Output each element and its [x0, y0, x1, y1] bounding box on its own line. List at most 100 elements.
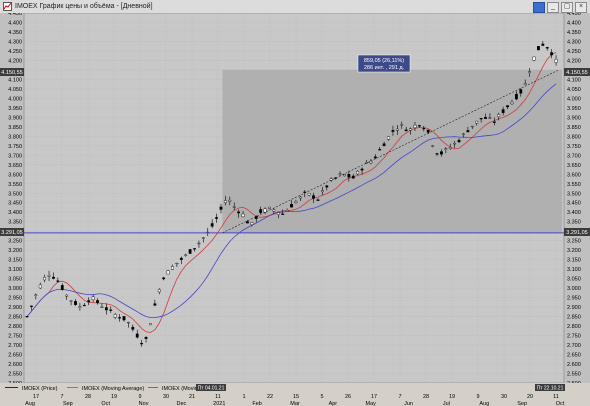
hline-price-label-left: 3.291,05 [0, 228, 24, 236]
candle-body [281, 213, 285, 215]
y-tick-label-left: 3.900 [8, 115, 22, 121]
y-tick-label-left: 3.200 [8, 248, 22, 254]
y-tick-label-right: 3.900 [567, 115, 581, 121]
y-tick-label-right: 4.450 [567, 13, 581, 17]
candle-body [272, 209, 276, 212]
y-tick-label-right: 3.750 [567, 144, 581, 150]
candle-body [431, 145, 435, 147]
candle-body [444, 148, 448, 150]
candle-body [395, 128, 399, 131]
candle-body [127, 322, 130, 324]
candle-body [276, 212, 280, 215]
y-tick-label-right: 4.200 [567, 58, 581, 64]
x-month-label: Aug [25, 401, 35, 406]
y-tick-label-left: 3.400 [8, 210, 22, 216]
close-button[interactable]: × [575, 2, 587, 13]
maximize-button[interactable]: ▢ [561, 2, 573, 13]
candle-body [113, 314, 117, 318]
x-day-tick: 22 [267, 394, 273, 400]
x-month-label: Sep [63, 401, 73, 406]
candle-body [545, 47, 549, 49]
candle-body [325, 185, 329, 188]
y-tick-label-right: 3.700 [567, 153, 581, 159]
y-tick-label-right: 3.000 [567, 286, 581, 292]
candle-body [215, 217, 218, 219]
candle-body [475, 120, 479, 124]
candle-body [100, 306, 104, 308]
y-tick-label-left: 3.600 [8, 172, 22, 178]
candle-body [223, 200, 227, 203]
candle-body [532, 56, 536, 61]
y-tick-label-left: 2.550 [8, 372, 22, 378]
x-day-tick: 11 [215, 394, 221, 400]
candle-body [462, 133, 465, 135]
x-day-tick: 20 [527, 394, 533, 400]
y-tick-label-left: 3.250 [8, 239, 22, 245]
x-month-label: 2021 [213, 401, 225, 406]
candle-body [453, 142, 457, 145]
candle-body [78, 306, 82, 308]
candle-body [56, 280, 60, 282]
measure-box-line2: 286 инт. , 291 д. [364, 65, 405, 71]
candle-body [541, 43, 545, 46]
candle-body [417, 125, 421, 127]
candle-body [554, 59, 558, 63]
candle-body [378, 149, 382, 151]
x-month-label: Nov [139, 401, 149, 406]
x-day-tick: 1 [242, 394, 245, 400]
candle-body [188, 249, 192, 254]
x-month-label: Dec [177, 401, 187, 406]
y-tick-label-left: 4.450 [8, 13, 22, 17]
y-tick-label-left: 3.650 [8, 163, 22, 169]
candle-body [343, 174, 346, 177]
y-tick-label-left: 3.100 [8, 267, 22, 273]
candle-body [312, 195, 315, 199]
candle-body [448, 147, 452, 149]
candle-body [369, 160, 373, 164]
x-day-tick: 19 [449, 394, 455, 400]
candle-body [219, 206, 223, 210]
candle-body [457, 139, 461, 143]
candle-body [259, 209, 263, 213]
candle-body [69, 300, 73, 302]
x-month-label: Jul [443, 401, 450, 406]
y-tick-label-left: 3.800 [8, 134, 22, 140]
current-price-label-right: 4.150,55 [564, 68, 590, 76]
y-tick-label-left: 2.800 [8, 324, 22, 330]
candle-body [140, 343, 144, 345]
candle-body [228, 199, 232, 202]
candle-body [338, 173, 342, 175]
window-menu-button[interactable] [533, 2, 545, 13]
date-tag-left-text: Пт 04.01.21 [198, 386, 225, 392]
candle-body [413, 124, 417, 128]
candle-body [96, 300, 99, 303]
y-tick-label-right: 3.550 [567, 182, 581, 188]
candle-body [184, 254, 188, 256]
x-day-tick: 17 [371, 394, 377, 400]
y-tick-label-left: 2.850 [8, 315, 22, 321]
minimize-button[interactable]: _ [547, 2, 559, 13]
price-chart[interactable]: 2.5002.5502.6002.6502.7002.7502.8002.850… [0, 13, 590, 406]
candle-body [537, 46, 540, 51]
candle-body [122, 316, 126, 321]
candle-body [175, 262, 179, 265]
legend-ma-fast: IMOEX (Moving Average) [82, 386, 144, 392]
y-tick-label-left: 3.050 [8, 277, 22, 283]
candle-body [347, 174, 351, 178]
x-day-tick: 28 [85, 394, 91, 400]
x-day-tick: 30 [163, 394, 169, 400]
candle-body [263, 208, 267, 213]
candle-body [373, 156, 377, 159]
candle-body [91, 296, 95, 300]
y-tick-label-right: 4.400 [567, 20, 581, 26]
x-day-tick: 5 [320, 394, 323, 400]
candle-body [179, 257, 183, 260]
x-month-label: Aug [479, 401, 489, 406]
candle-body [320, 190, 324, 193]
current-price-label-left: 4.150,55 [0, 68, 24, 76]
y-tick-label-left: 2.950 [8, 296, 22, 302]
candle-body [166, 270, 170, 275]
y-tick-label-left: 3.350 [8, 220, 22, 226]
current-price-right-text: 4.150,55 [566, 70, 587, 76]
y-tick-label-left: 4.200 [8, 58, 22, 64]
